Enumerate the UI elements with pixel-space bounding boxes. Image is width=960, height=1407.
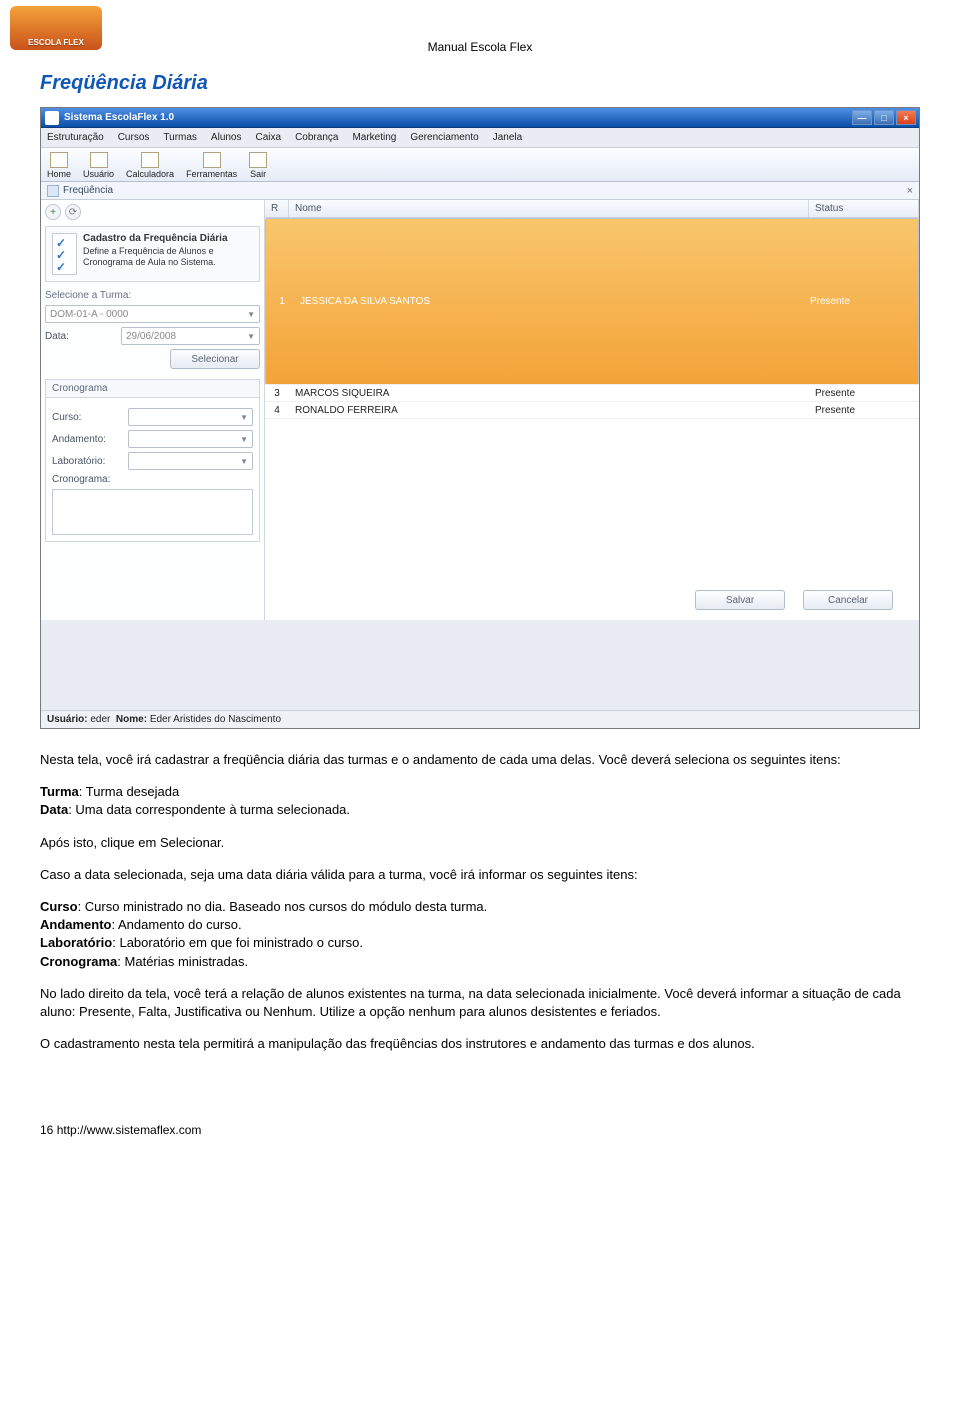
status-usuario: eder xyxy=(90,714,110,725)
doc-body: Nesta tela, você irá cadastrar a freqüên… xyxy=(40,751,920,1053)
cancelar-button[interactable]: Cancelar xyxy=(803,590,893,610)
paragraph: Curso: Curso ministrado no dia. Baseado … xyxy=(40,898,920,971)
exit-icon xyxy=(249,152,267,168)
menu-janela[interactable]: Janela xyxy=(493,132,522,143)
tool-ferramentas[interactable]: Ferramentas xyxy=(186,152,237,179)
status-bar: Usuário: eder Nome: Eder Aristides do Na… xyxy=(41,710,919,728)
col-r[interactable]: R xyxy=(265,200,289,217)
salvar-button[interactable]: Salvar xyxy=(695,590,785,610)
menu-marketing[interactable]: Marketing xyxy=(352,132,396,143)
paragraph: No lado direito da tela, você terá a rel… xyxy=(40,985,920,1021)
app-icon xyxy=(45,111,59,125)
data-select[interactable]: 29/06/2008▼ xyxy=(121,327,260,345)
label-laboratorio: Laboratório: xyxy=(52,456,122,467)
grid-area: R Nome Status 1 JESSICA DA SILVA SANTOS … xyxy=(265,200,919,620)
chevron-down-icon: ▼ xyxy=(240,457,248,466)
menu-cobranca[interactable]: Cobrança xyxy=(295,132,338,143)
menubar: Estruturação Cursos Turmas Alunos Caixa … xyxy=(41,128,919,148)
cronograma-panel: Curso: ▼ Andamento: ▼ Laboratório: ▼ Cro… xyxy=(45,397,260,542)
info-card: ✓ ✓ ✓ Cadastro da Frequência Diária Defi… xyxy=(45,226,260,282)
minimize-button[interactable]: — xyxy=(852,110,872,125)
chevron-down-icon: ▼ xyxy=(240,413,248,422)
chevron-down-icon: ▼ xyxy=(247,332,255,341)
laboratorio-select[interactable]: ▼ xyxy=(128,452,253,470)
left-panel: + ⟳ ✓ ✓ ✓ Cadastro da Frequência Diária … xyxy=(41,200,265,620)
status-nome: Eder Aristides do Nascimento xyxy=(150,714,281,725)
label-curso: Curso: xyxy=(52,412,122,423)
paragraph: O cadastramento nesta tela permitirá a m… xyxy=(40,1035,920,1053)
table-row[interactable]: 1 JESSICA DA SILVA SANTOS Presente xyxy=(265,218,919,385)
user-icon xyxy=(90,152,108,168)
home-icon xyxy=(50,152,68,168)
paragraph: Após isto, clique em Selecionar. xyxy=(40,834,920,852)
paragraph: Caso a data selecionada, seja uma data d… xyxy=(40,866,920,884)
menu-cursos[interactable]: Cursos xyxy=(118,132,150,143)
label-data: Data: xyxy=(45,331,115,342)
window-title: Sistema EscolaFlex 1.0 xyxy=(64,112,174,123)
andamento-select[interactable]: ▼ xyxy=(128,430,253,448)
refresh-button[interactable]: ⟳ xyxy=(65,204,81,220)
cronograma-textarea[interactable] xyxy=(52,489,253,535)
logo: ESCOLA FLEX xyxy=(10,6,102,50)
app-window: Sistema EscolaFlex 1.0 — □ × Estruturaçã… xyxy=(40,107,920,729)
toolbar: Home Usuário Calculadora Ferramentas Sai… xyxy=(41,148,919,182)
card-thumb-icon: ✓ ✓ ✓ xyxy=(52,233,77,275)
menu-estruturacao[interactable]: Estruturação xyxy=(47,132,104,143)
menu-gerenciamento[interactable]: Gerenciamento xyxy=(410,132,478,143)
tab-frequencia[interactable]: Freqüência xyxy=(63,185,113,196)
label-turma: Selecione a Turma: xyxy=(45,290,260,301)
tool-calculadora[interactable]: Calculadora xyxy=(126,152,174,179)
paragraph: Turma: Turma desejada Data: Uma data cor… xyxy=(40,783,920,819)
tool-sair[interactable]: Sair xyxy=(249,152,267,179)
calculator-icon xyxy=(141,152,159,168)
chevron-down-icon: ▼ xyxy=(247,310,255,319)
label-cronograma: Cronograma: xyxy=(52,474,122,485)
curso-select[interactable]: ▼ xyxy=(128,408,253,426)
menu-caixa[interactable]: Caixa xyxy=(256,132,282,143)
label-andamento: Andamento: xyxy=(52,434,122,445)
tool-usuario[interactable]: Usuário xyxy=(83,152,114,179)
chevron-down-icon: ▼ xyxy=(240,435,248,444)
selecionar-button[interactable]: Selecionar xyxy=(170,349,260,369)
menu-alunos[interactable]: Alunos xyxy=(211,132,242,143)
page-number: 16 xyxy=(40,1123,53,1137)
card-desc: Define a Frequência de Alunos e Cronogra… xyxy=(83,246,216,267)
add-button[interactable]: + xyxy=(45,204,61,220)
menu-turmas[interactable]: Turmas xyxy=(163,132,197,143)
card-title: Cadastro da Frequência Diária xyxy=(83,233,228,244)
grid-header: R Nome Status xyxy=(265,200,919,218)
titlebar: Sistema EscolaFlex 1.0 — □ × xyxy=(41,108,919,128)
document-icon xyxy=(47,185,59,197)
close-button[interactable]: × xyxy=(896,110,916,125)
status-usuario-label: Usuário: xyxy=(47,714,88,725)
section-title: Freqüência Diária xyxy=(40,72,920,95)
tab-bar: Freqüência × xyxy=(41,182,919,200)
status-nome-label: Nome: xyxy=(116,714,147,725)
table-row[interactable]: 3 MARCOS SIQUEIRA Presente xyxy=(265,385,919,402)
table-row[interactable]: 4 RONALDO FERREIRA Presente xyxy=(265,402,919,419)
tab-close-button[interactable]: × xyxy=(907,185,913,197)
footer-url: http://www.sistemaflex.com xyxy=(57,1123,202,1137)
cronograma-panel-header: Cronograma xyxy=(45,379,260,397)
tools-icon xyxy=(203,152,221,168)
tool-home[interactable]: Home xyxy=(47,152,71,179)
turma-select[interactable]: DOM-01-A - 0000▼ xyxy=(45,305,260,323)
col-status[interactable]: Status xyxy=(809,200,919,217)
col-nome[interactable]: Nome xyxy=(289,200,809,217)
maximize-button[interactable]: □ xyxy=(874,110,894,125)
paragraph: Nesta tela, você irá cadastrar a freqüên… xyxy=(40,751,920,769)
